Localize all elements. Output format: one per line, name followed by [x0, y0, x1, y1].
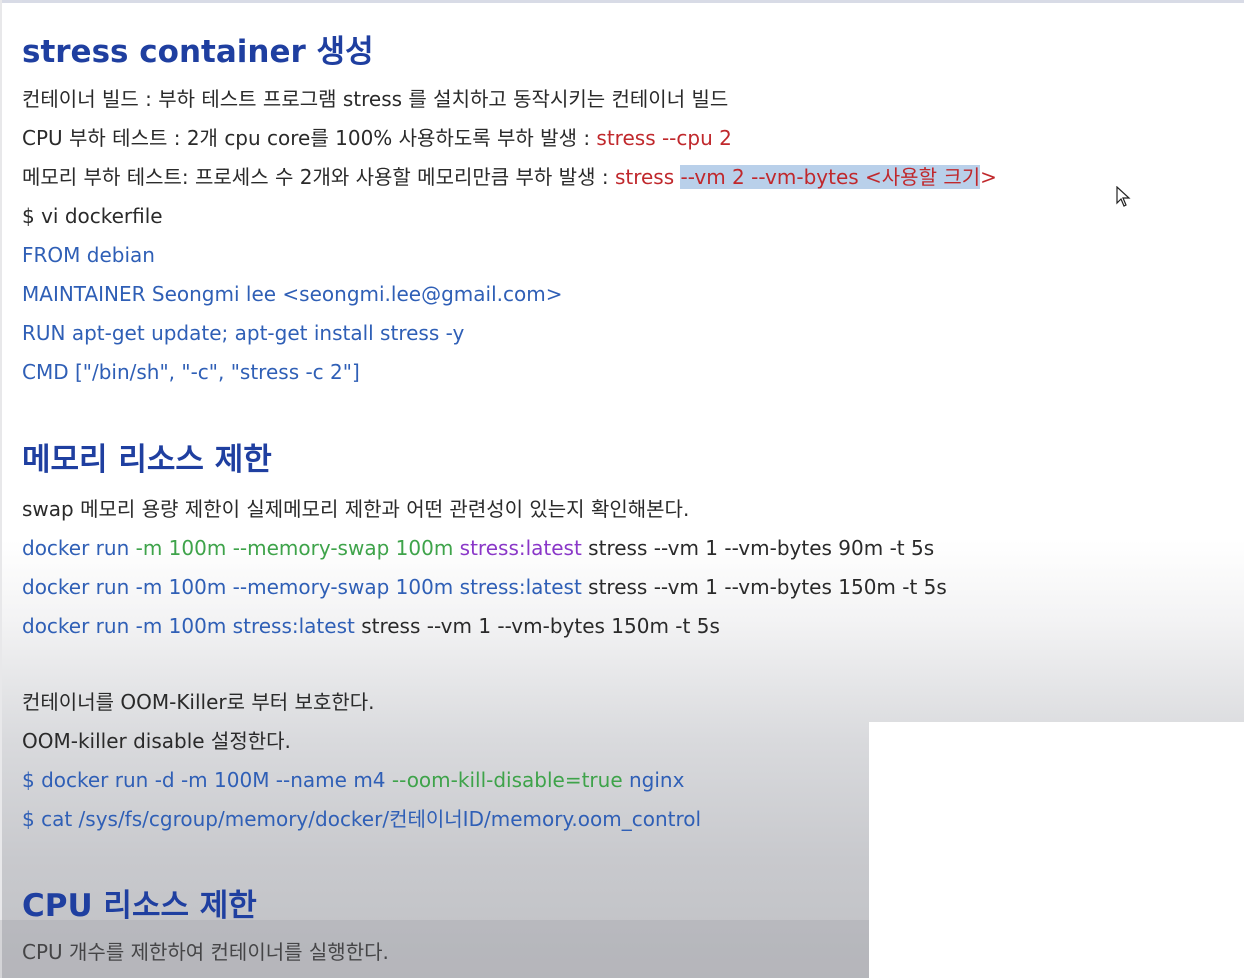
cmd-docker-run: docker run -m 100m stress:latest: [22, 614, 355, 638]
vi-command: $ vi dockerfile: [22, 204, 163, 228]
heading-stress-container: stress container 생성: [22, 34, 374, 70]
cpu-load-line: CPU 부하 테스트 : 2개 cpu core를 100% 사용하도록 부하 …: [22, 125, 732, 151]
swap-description: swap 메모리 용량 제한이 실제메모리 제한과 어떤 관련성이 있는지 확인…: [22, 497, 690, 521]
oom-disable-description: OOM-killer disable 설정한다.: [22, 729, 291, 753]
oom-docker-command: $ docker run -d -m 100M --name m4 --oom-…: [22, 767, 684, 793]
mouse-pointer-icon: [1116, 186, 1131, 207]
oom-cmd-flag: --oom-kill-disable=true: [391, 768, 623, 792]
cpu-load-command: stress --cpu 2: [596, 126, 732, 150]
oom-cat-command: $ cat /sys/fs/cgroup/memory/docker/컨테이너I…: [22, 807, 702, 831]
oom-cmd-image: nginx: [622, 768, 685, 792]
left-border: [0, 0, 2, 978]
cmd-docker-run: docker run: [22, 536, 136, 560]
dockerfile-line: CMD ["/bin/sh", "-c", "stress -c 2"]: [22, 360, 360, 384]
cmd-args: stress --vm 1 --vm-bytes 150m -t 5s: [581, 575, 947, 599]
memory-load-line: 메모리 부하 테스트: 프로세스 수 2개와 사용할 메모리만큼 부하 발생 :…: [22, 164, 997, 190]
oom-description: 컨테이너를 OOM-Killer로 부터 보호한다.: [22, 690, 375, 714]
overlay-band: [0, 920, 869, 978]
dockerfile-line: RUN apt-get update; apt-get install stre…: [22, 321, 465, 345]
cpu-load-text: CPU 부하 테스트 : 2개 cpu core를 100% 사용하도록 부하 …: [22, 126, 597, 150]
selected-text[interactable]: --vm 2 --vm-bytes <사용할 크기: [680, 165, 981, 189]
memory-load-end: >: [980, 165, 997, 189]
cmd-docker-run: docker run -m 100m --memory-swap 100m st…: [22, 575, 582, 599]
memory-load-command: stress: [614, 165, 681, 189]
top-border: [0, 0, 1244, 3]
docker-run-command: docker run -m 100m --memory-swap 100m st…: [22, 574, 947, 600]
cmd-args: stress --vm 1 --vm-bytes 150m -t 5s: [354, 614, 720, 638]
cmd-options: -m 100m --memory-swap 100m: [135, 536, 460, 560]
memory-load-text: 메모리 부하 테스트: 프로세스 수 2개와 사용할 메모리만큼 부하 발생 :: [22, 165, 615, 189]
cmd-args: stress --vm 1 --vm-bytes 90m -t 5s: [581, 536, 935, 560]
build-description: 컨테이너 빌드 : 부하 테스트 프로그램 stress 를 설치하고 동작시키…: [22, 87, 729, 111]
docker-run-command: docker run -m 100m stress:latest stress …: [22, 613, 720, 639]
heading-memory-limit: 메모리 리소스 제한: [22, 442, 272, 478]
oom-cmd-base: $ docker run -d -m 100M --name m4: [22, 768, 392, 792]
dockerfile-line: MAINTAINER Seongmi lee <seongmi.lee@gmai…: [22, 282, 563, 306]
cmd-image: stress:latest: [459, 536, 582, 560]
docker-run-command: docker run -m 100m --memory-swap 100m st…: [22, 535, 934, 561]
dockerfile-line: FROM debian: [22, 243, 155, 267]
blank-panel: [869, 722, 1244, 978]
